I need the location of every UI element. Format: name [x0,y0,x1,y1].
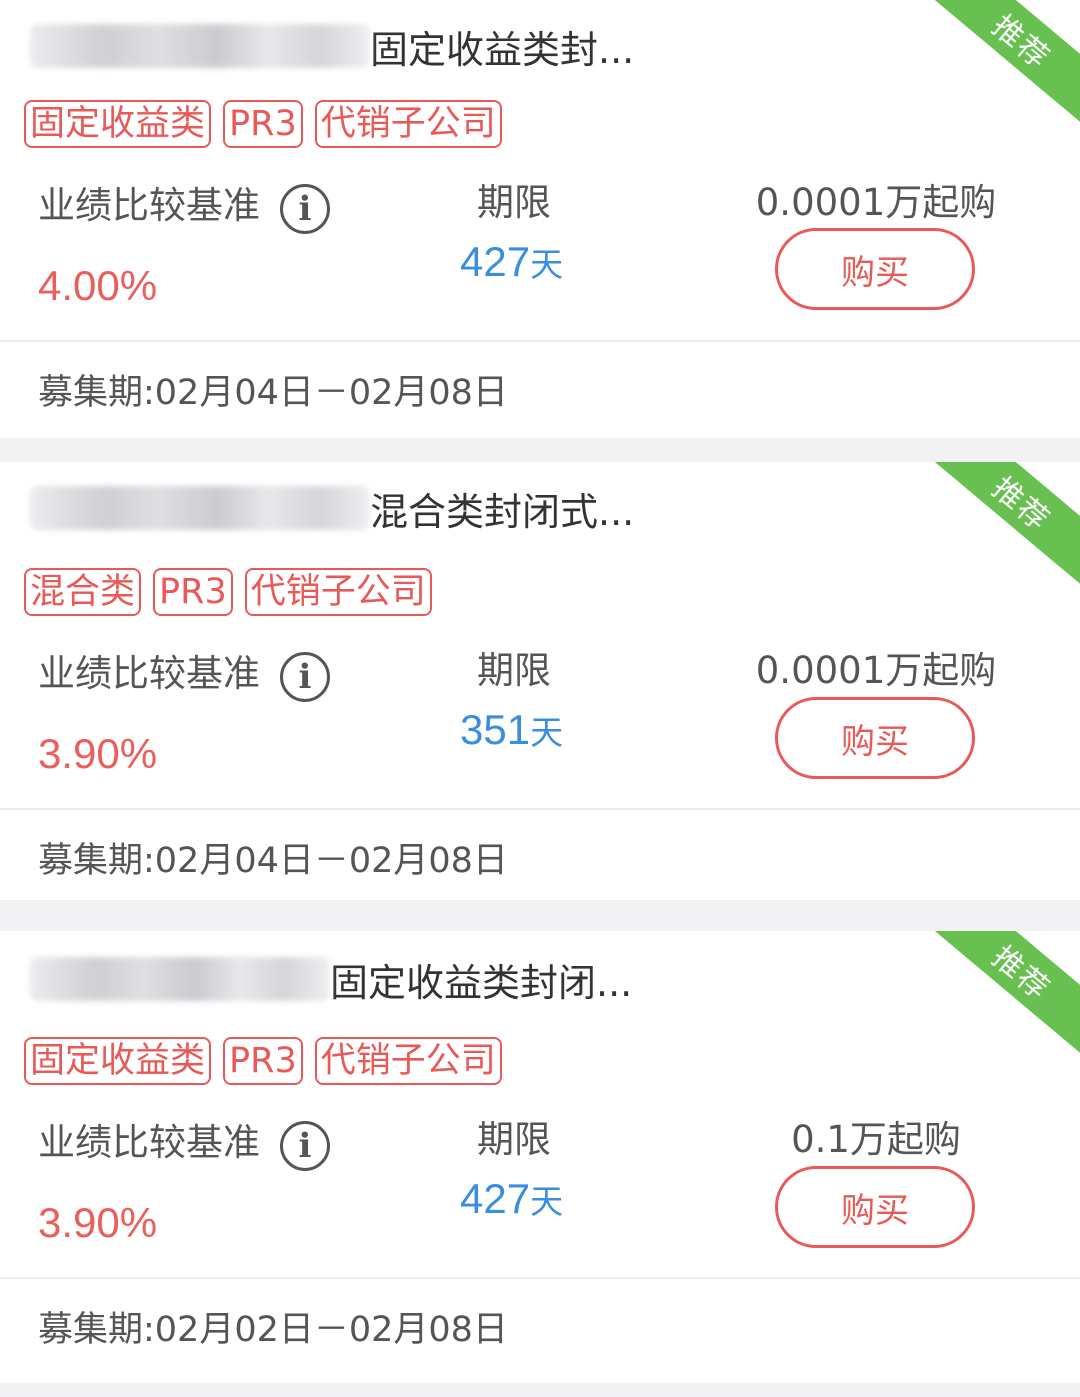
info-icon[interactable]: i [280,1121,330,1171]
info-icon[interactable]: i [280,184,330,234]
rate-label-row: 业绩比较基准 i [38,638,330,702]
product-title[interactable]: 混合类封闭式... [30,480,634,536]
term-unit: 天 [530,1182,564,1221]
tag-distributor: 代销子公司 [314,1037,502,1085]
rate-value: 3.90% [38,1199,158,1246]
term-number: 427 [460,1175,531,1222]
subscription-period: 募集期:02月04日－02月08日 [38,373,508,413]
divider [0,1277,1080,1279]
tag-risk-level: PR3 [223,100,303,148]
tag-category: 固定收益类 [24,1037,212,1085]
product-title-text: 固定收益类封... [370,27,635,72]
tag-list: 固定收益类 PR3 代销子公司 [24,1037,502,1085]
term-unit: 天 [530,713,564,752]
subscription-period: 募集期:02月02日－02月08日 [38,1310,508,1350]
divider [0,340,1080,342]
product-card[interactable]: 固定收益类封闭... 推荐 固定收益类 PR3 代销子公司 业绩比较基准 i 3… [0,931,1080,1383]
info-icon[interactable]: i [280,652,330,702]
buy-button[interactable]: 购买 [775,228,975,310]
rate-value: 4.00% [38,262,158,309]
subscription-period: 募集期:02月04日－02月08日 [38,841,508,881]
rate-label: 业绩比较基准 [38,184,260,227]
product-title[interactable]: 固定收益类封闭... [30,951,632,1007]
rate-label: 业绩比较基准 [38,652,260,695]
tag-risk-level: PR3 [223,1037,303,1085]
product-title-text: 混合类封闭式... [370,489,635,534]
rate-label-row: 业绩比较基准 i [38,170,330,234]
tag-list: 固定收益类 PR3 代销子公司 [24,100,502,148]
buy-button[interactable]: 购买 [775,697,975,779]
product-card[interactable]: 固定收益类封... 推荐 固定收益类 PR3 代销子公司 业绩比较基准 i 4.… [0,0,1080,438]
rate-label: 业绩比较基准 [38,1121,260,1164]
recommend-badge: 推荐 [918,931,1080,1065]
tag-risk-level: PR3 [153,568,233,616]
tag-category: 固定收益类 [24,100,212,148]
recommend-badge: 推荐 [918,462,1080,596]
term-number: 351 [460,706,531,753]
min-purchase: 0.0001万起购 [755,181,997,224]
term-label: 期限 [477,1118,551,1161]
product-card[interactable]: 混合类封闭式... 推荐 混合类 PR3 代销子公司 业绩比较基准 i 3.90… [0,462,1080,900]
product-title-text: 固定收益类封闭... [330,960,633,1005]
rate-label-row: 业绩比较基准 i [38,1107,330,1171]
tag-category: 混合类 [24,568,142,616]
min-purchase: 0.0001万起购 [755,649,997,692]
redacted-name [30,486,370,530]
rate-value: 3.90% [38,730,158,777]
min-purchase: 0.1万起购 [791,1118,961,1161]
recommend-badge: 推荐 [918,0,1080,134]
tag-distributor: 代销子公司 [244,568,432,616]
term-value: 427天 [460,1175,563,1223]
tag-list: 混合类 PR3 代销子公司 [24,568,432,616]
term-number: 427 [460,238,531,285]
tag-distributor: 代销子公司 [314,100,502,148]
redacted-name [30,957,330,1001]
term-label: 期限 [477,649,551,692]
term-label: 期限 [477,181,551,224]
redacted-name [30,24,370,68]
term-unit: 天 [530,245,564,284]
product-title[interactable]: 固定收益类封... [30,18,634,74]
term-value: 351天 [460,706,563,754]
term-value: 427天 [460,238,563,286]
divider [0,808,1080,810]
buy-button[interactable]: 购买 [775,1166,975,1248]
